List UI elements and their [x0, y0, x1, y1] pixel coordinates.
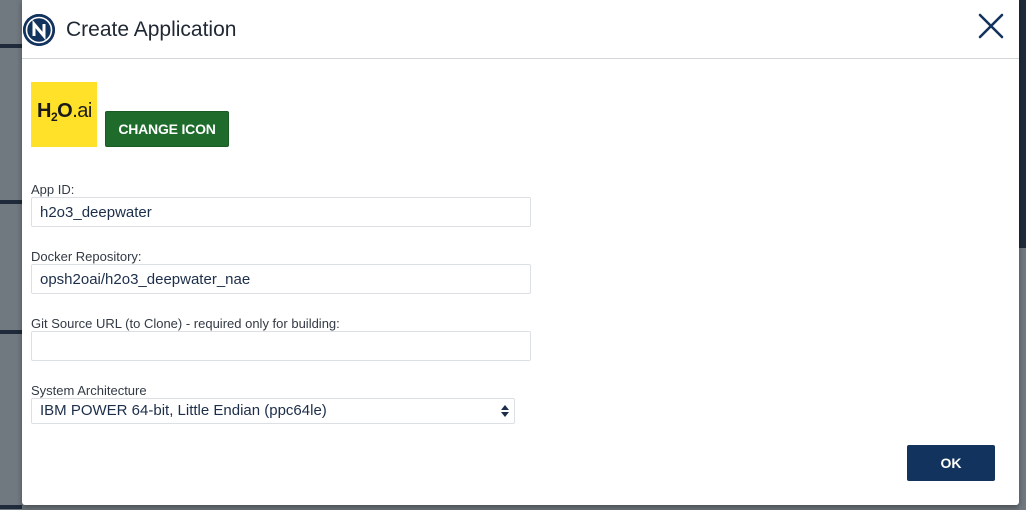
git-source-url-input[interactable]: [31, 331, 531, 361]
application-icon-image: H2O.ai: [31, 82, 97, 147]
create-application-dialog: Create Application H2O.ai CHANGE ICON Ap…: [22, 0, 1019, 505]
app-logo-icon: [23, 14, 55, 46]
change-icon-button[interactable]: CHANGE ICON: [105, 111, 229, 147]
background-app-right: [1019, 0, 1026, 510]
docker-repository-label: Docker Repository:: [31, 249, 142, 264]
app-id-label: App ID:: [31, 182, 75, 197]
system-architecture-selected: IBM POWER 64-bit, Little Endian (ppc64le…: [40, 402, 327, 419]
select-arrows-icon: [500, 404, 510, 418]
docker-repository-input[interactable]: [31, 264, 531, 294]
background-app-left: [0, 0, 22, 510]
dialog-title: Create Application: [66, 18, 237, 41]
system-architecture-label: System Architecture: [31, 383, 147, 398]
ok-button[interactable]: OK: [907, 445, 995, 481]
dialog-header: Create Application: [22, 0, 1019, 59]
app-id-input[interactable]: [31, 197, 531, 227]
system-architecture-select[interactable]: IBM POWER 64-bit, Little Endian (ppc64le…: [31, 398, 515, 424]
h2o-logo-text: H2O.ai: [37, 100, 92, 124]
git-source-url-label: Git Source URL (to Clone) - required onl…: [31, 316, 340, 331]
close-icon[interactable]: [974, 9, 1008, 43]
